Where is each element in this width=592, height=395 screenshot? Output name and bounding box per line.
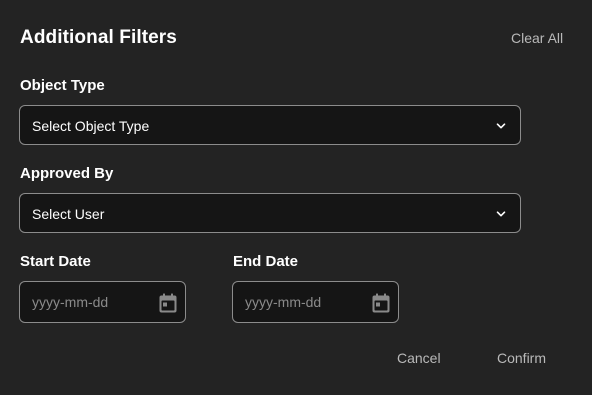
start-date-field[interactable] bbox=[19, 281, 186, 323]
calendar-icon[interactable] bbox=[372, 293, 390, 313]
object-type-select[interactable]: Select Object Type bbox=[19, 105, 521, 145]
clear-all-button[interactable]: Clear All bbox=[511, 30, 563, 46]
end-date-label: End Date bbox=[233, 253, 299, 270]
start-date-input[interactable] bbox=[32, 294, 142, 310]
end-date-field[interactable] bbox=[232, 281, 399, 323]
chevron-down-icon bbox=[496, 123, 506, 129]
chevron-down-icon bbox=[496, 211, 506, 217]
approved-by-label: Approved By bbox=[20, 165, 114, 182]
start-date-label: Start Date bbox=[20, 253, 91, 270]
end-date-input[interactable] bbox=[245, 294, 355, 310]
object-type-value: Select Object Type bbox=[32, 118, 150, 134]
confirm-button[interactable]: Confirm bbox=[497, 350, 546, 366]
dialog-title: Additional Filters bbox=[20, 27, 177, 48]
additional-filters-dialog: Additional Filters Clear All Object Type… bbox=[0, 0, 592, 395]
cancel-button[interactable]: Cancel bbox=[397, 350, 441, 366]
approved-by-select[interactable]: Select User bbox=[19, 193, 521, 233]
approved-by-value: Select User bbox=[32, 206, 105, 222]
calendar-icon[interactable] bbox=[159, 293, 177, 313]
object-type-label: Object Type bbox=[20, 77, 105, 94]
